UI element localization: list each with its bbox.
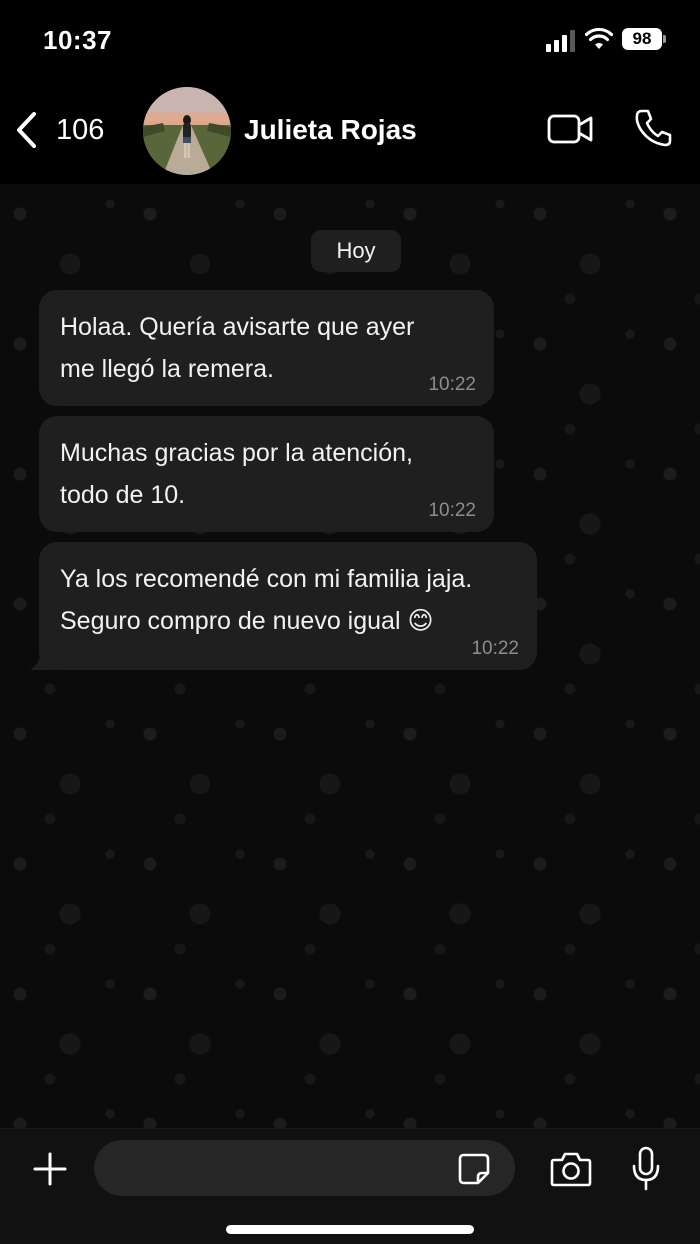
battery-level: 98 xyxy=(632,29,652,48)
plus-icon[interactable] xyxy=(30,1149,70,1189)
status-bar: 10:37 98 xyxy=(0,0,700,80)
battery-icon: 98 xyxy=(622,28,662,50)
message-bubble[interactable]: Muchas gracias por la atención, todo de … xyxy=(39,416,494,532)
signal-icon xyxy=(546,30,575,52)
avatar-photo xyxy=(143,87,231,175)
message-bubble[interactable]: Holaa. Quería avisarte que ayer me llegó… xyxy=(39,290,494,406)
message-text: Holaa. Quería avisarte que ayer me llegó… xyxy=(60,313,415,383)
chat-header: 106 Julieta Rojas xyxy=(0,80,700,184)
message-time: 10:22 xyxy=(428,500,476,521)
message-bubble[interactable]: Ya los recomendé con mi familia jaja. Se… xyxy=(39,542,537,670)
camera-icon[interactable] xyxy=(550,1151,592,1187)
phone-icon[interactable] xyxy=(634,108,672,148)
home-indicator xyxy=(226,1225,474,1234)
back-button[interactable]: 106 xyxy=(14,108,104,152)
bubble-tail xyxy=(30,648,52,670)
message-input[interactable] xyxy=(94,1140,515,1196)
date-chip: Hoy xyxy=(311,230,401,272)
input-bar xyxy=(0,1128,700,1244)
sticker-icon[interactable] xyxy=(458,1153,490,1185)
chat-area[interactable]: Hoy Holaa. Quería avisarte que ayer me l… xyxy=(0,184,700,1128)
battery-tip xyxy=(663,35,666,43)
message-text: Ya los recomendé con mi familia jaja. Se… xyxy=(60,565,473,635)
unread-count: 106 xyxy=(56,113,105,146)
status-time: 10:37 xyxy=(43,25,112,55)
wifi-icon xyxy=(585,27,613,49)
video-camera-icon[interactable] xyxy=(547,113,593,145)
chevron-left-icon xyxy=(17,112,36,148)
message-time: 10:22 xyxy=(471,638,519,659)
avatar[interactable] xyxy=(143,87,231,175)
contact-name[interactable]: Julieta Rojas xyxy=(244,114,417,146)
microphone-icon[interactable] xyxy=(631,1146,661,1192)
message-time: 10:22 xyxy=(428,374,476,395)
message-text: Muchas gracias por la atención, todo de … xyxy=(60,439,413,509)
